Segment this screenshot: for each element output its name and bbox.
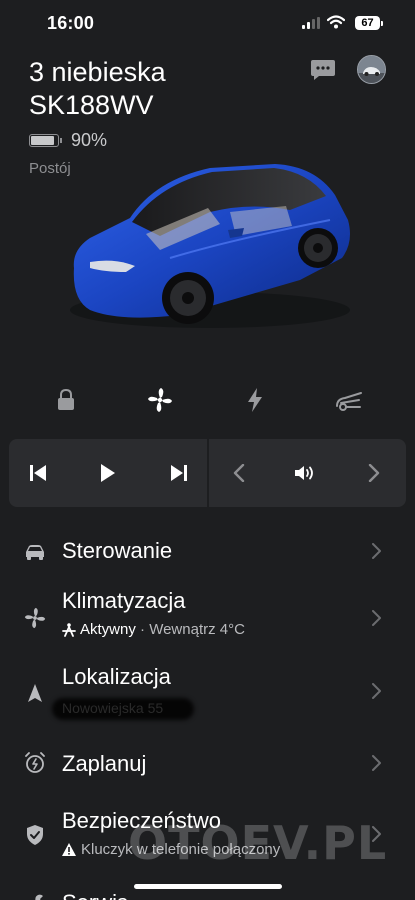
car-battery-icon xyxy=(29,133,62,147)
message-icon[interactable] xyxy=(310,59,336,86)
phone-battery: 67 xyxy=(355,16,383,30)
trunk-icon[interactable] xyxy=(331,382,367,418)
menu-title: Serwis xyxy=(62,890,128,900)
chevron-right-icon xyxy=(372,610,381,631)
car-icon xyxy=(22,539,48,565)
status-bar: 16:00 67 xyxy=(0,0,415,50)
menu-item-zaplanuj[interactable]: Zaplanuj xyxy=(0,746,415,782)
signal-icon xyxy=(302,16,320,34)
battery-percent: 90% xyxy=(71,129,108,150)
menu-title: Zaplanuj xyxy=(62,751,147,776)
menu-title: Klimatyzacja xyxy=(62,588,186,613)
menu-item-sterowanie[interactable]: Sterowanie xyxy=(0,530,415,574)
play-icon[interactable] xyxy=(92,457,124,489)
car-plate: SK188WV xyxy=(29,90,154,120)
bolt-icon[interactable] xyxy=(237,382,273,418)
status-time: 16:00 xyxy=(47,13,95,33)
lock-icon[interactable] xyxy=(48,382,84,418)
menu-title: Lokalizacja xyxy=(62,664,171,689)
media-divider xyxy=(207,439,209,507)
subtitle-separator: · xyxy=(135,621,150,638)
location-address: Nowowiejska 55 xyxy=(62,700,164,716)
alarm-clock-icon xyxy=(22,750,48,776)
media-panel xyxy=(9,439,406,507)
chevron-right-icon xyxy=(372,755,381,776)
fan-icon xyxy=(22,605,48,631)
menu-title: Sterowanie xyxy=(62,538,173,563)
car-name: 3 niebieska xyxy=(29,57,166,87)
wrench-icon xyxy=(22,890,48,900)
home-indicator xyxy=(134,884,282,889)
navigation-arrow-icon xyxy=(22,680,48,706)
wifi-icon xyxy=(326,15,346,34)
back-chevron-icon[interactable] xyxy=(223,457,255,489)
inside-temperature: Wewnątrz 4°C xyxy=(149,621,245,638)
chevron-right-icon xyxy=(372,683,381,704)
forward-chevron-icon[interactable] xyxy=(358,457,390,489)
shield-icon xyxy=(22,822,48,848)
car-image xyxy=(60,150,355,340)
car-battery-fill xyxy=(31,135,55,145)
next-track-icon[interactable] xyxy=(163,457,195,489)
fan-icon[interactable] xyxy=(142,382,178,418)
watermark: OTOEV.PL xyxy=(128,816,388,870)
chevron-right-icon xyxy=(372,543,381,564)
previous-track-icon[interactable] xyxy=(22,457,54,489)
climate-person-icon xyxy=(62,622,76,637)
volume-icon[interactable] xyxy=(289,457,321,489)
battery-row: 90% xyxy=(29,129,107,151)
menu-subtitle: Aktywny · Wewnątrz 4°C xyxy=(62,621,245,638)
climate-status: Aktywny xyxy=(80,621,136,638)
menu-item-klimatyzacja[interactable]: Klimatyzacja Aktywny · Wewnątrz 4°C xyxy=(0,588,415,644)
avatar[interactable] xyxy=(357,55,386,84)
warning-icon xyxy=(62,843,76,856)
